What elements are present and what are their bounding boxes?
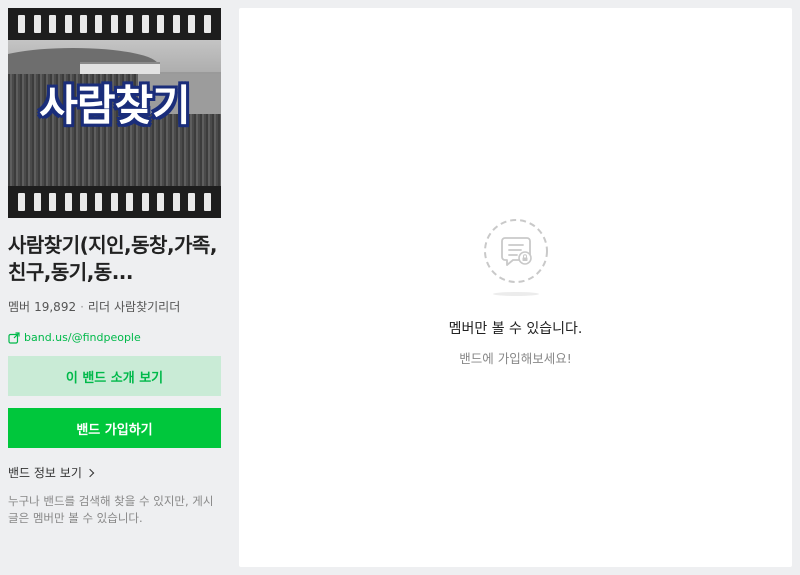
band-privacy-description: 누구나 밴드를 검색해 찾을 수 있지만, 게시글은 멤버만 볼 수 있습니다. [8, 494, 214, 525]
band-name: 사람찾기(지인,동창,가족,친구,동기,동... [8, 233, 217, 284]
locked-post-icon [483, 218, 549, 284]
members-only-title: 멤버만 볼 수 있습니다. [448, 321, 583, 337]
band-cover-image[interactable]: 사람찾기 [8, 8, 221, 218]
band-url-link[interactable]: band.us/@findpeople [8, 331, 221, 344]
leader-label: 리더 [87, 300, 111, 314]
film-strip-top [8, 8, 221, 40]
cover-title-text: 사람찾기 [39, 81, 191, 130]
join-band-button[interactable]: 밴드 가입하기 [8, 408, 221, 448]
band-info-link[interactable]: 밴드 정보 보기 [8, 464, 221, 481]
chevron-right-icon [85, 468, 95, 477]
band-info-label: 밴드 정보 보기 [8, 466, 82, 480]
external-link-icon [8, 331, 20, 344]
sidebar: 사람찾기 사람찾기(지인,동창,가족,친구,동기,동... 멤버 19,892 … [8, 8, 221, 527]
leader-name: 사람찾기리더 [114, 300, 181, 314]
band-url-text: band.us/@findpeople [24, 331, 141, 344]
member-count: 19,892 [34, 299, 77, 314]
band-intro-button[interactable]: 이 밴드 소개 보기 [8, 356, 221, 396]
members-only-notice: 멤버만 볼 수 있습니다. 밴드에 가입해보세요! [239, 218, 792, 367]
band-meta: 멤버 19,892 · 리더 사람찾기리더 [8, 298, 221, 315]
main-content-panel: 멤버만 볼 수 있습니다. 밴드에 가입해보세요! [239, 8, 792, 567]
meta-separator: · [80, 299, 84, 314]
member-label: 멤버 [8, 300, 31, 314]
film-strip-bottom [8, 186, 221, 218]
icon-shadow [492, 292, 539, 296]
join-prompt-text: 밴드에 가입해보세요! [459, 351, 572, 366]
